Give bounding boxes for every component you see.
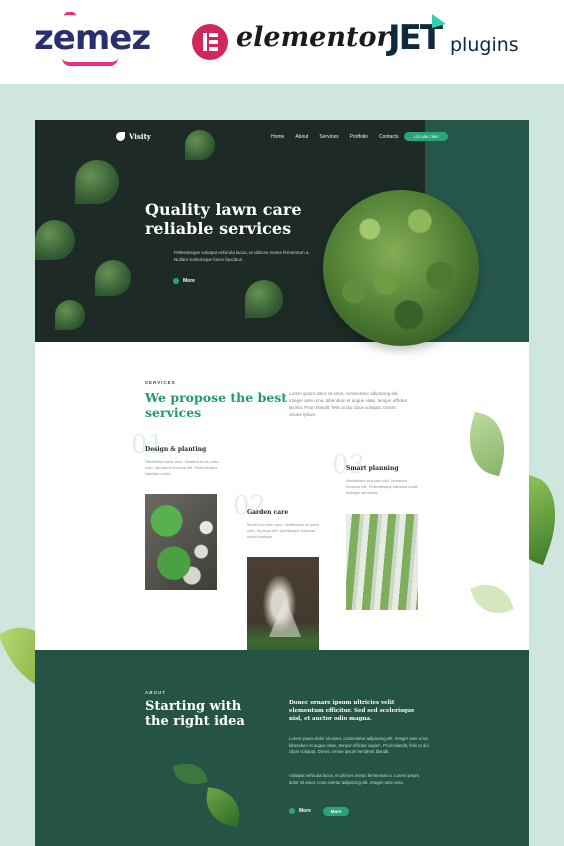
service-title-smart[interactable]: Smart planning	[346, 465, 399, 472]
leaf-icon	[460, 411, 514, 477]
zemez-logo[interactable]: zemez	[34, 12, 151, 66]
leaf-icon	[75, 160, 119, 204]
about-more-button[interactable]: More	[323, 807, 349, 816]
nav-services[interactable]: Services	[319, 134, 338, 140]
leaf-logo-icon	[116, 132, 125, 141]
leaf-icon	[245, 280, 283, 318]
leaf-icon	[470, 577, 514, 621]
services-kicker: SERVICES	[145, 380, 176, 385]
elementor-icon-bar	[203, 33, 207, 51]
nav-about[interactable]: About	[295, 134, 308, 140]
zemez-logo-text: zemez	[34, 18, 151, 58]
jet-logo[interactable]: JET	[388, 14, 446, 58]
water-spray	[269, 597, 301, 637]
services-description: Lorem ipsum dolor sit amet, consectetur …	[289, 391, 408, 417]
elementor-icon[interactable]	[192, 24, 228, 60]
elementor-icon-bar	[209, 33, 218, 37]
leaf-icon	[185, 130, 215, 160]
plugins-logo-text[interactable]: plugins	[450, 34, 519, 56]
about-more-link[interactable]: More	[289, 808, 311, 814]
service-text-smart: Vestibulum at porta odio, hendrerit rhon…	[346, 478, 419, 495]
about-paragraph: Lorem ipsum dolor sit amet, consectetur …	[289, 736, 429, 754]
main-nav: Home About Services Portfolio Contacts	[271, 134, 399, 140]
nav-home[interactable]: Home	[271, 134, 284, 140]
zemez-logo-smile	[62, 58, 118, 66]
leaf-icon	[35, 220, 75, 260]
services-title: We propose the best services	[145, 390, 288, 420]
nav-portfolio[interactable]: Portfolio	[350, 134, 368, 140]
greenhouse-photo	[346, 514, 418, 610]
hero-title: Quality lawn care reliable services	[145, 200, 302, 238]
about-section: ABOUT Starting with the right idea Donec…	[35, 650, 529, 846]
elementor-icon-bar	[209, 47, 218, 51]
website-mockup: Visity Home About Services Portfolio Con…	[35, 120, 529, 846]
about-title: Starting with the right idea	[145, 699, 245, 729]
site-logo[interactable]: Visity	[116, 132, 151, 141]
service-text-design: Vestibulum sem arcu. Vestibulum at porta…	[145, 459, 219, 476]
phone-button[interactable]: 123-456-7890	[404, 132, 448, 141]
more-dot-icon	[173, 278, 179, 284]
service-title-garden[interactable]: Garden care	[247, 509, 288, 516]
moss-photo	[145, 494, 217, 590]
elementor-icon-bar	[209, 40, 218, 44]
service-number: 02	[233, 491, 267, 521]
leaf-icon	[95, 260, 131, 296]
hero-text: Pellentesque volutpat vehicula lacus, et…	[174, 250, 310, 262]
leaf-icon	[55, 300, 85, 330]
service-number: 01	[131, 430, 165, 460]
shrub-image	[323, 190, 479, 346]
service-title-design[interactable]: Design & planting	[145, 446, 206, 453]
about-paragraph: Volutpat vehicula lacus, et ultrices met…	[289, 773, 419, 785]
about-more-label: More	[299, 808, 311, 814]
elementor-logo-text[interactable]: elementor	[236, 22, 391, 53]
more-dot-icon	[289, 808, 295, 814]
hero-more-button[interactable]: More	[173, 278, 195, 284]
leaf-icon	[202, 787, 244, 827]
hero-more-label: More	[183, 278, 195, 284]
zemez-logo-accent	[64, 12, 76, 16]
nav-contacts[interactable]: Contacts	[379, 134, 399, 140]
service-text-garden: Morbi non sem arcu. Vestibulum at porta …	[247, 522, 319, 539]
leaf-icon	[172, 758, 208, 790]
about-lead: Donec ornare ipsum ultricies velit eleme…	[289, 700, 415, 722]
about-kicker: ABOUT	[145, 690, 166, 695]
brand-bar: zemez elementor JET plugins	[0, 0, 564, 84]
site-logo-text: Visity	[129, 132, 151, 141]
jet-logo-arrow-icon	[432, 14, 446, 28]
